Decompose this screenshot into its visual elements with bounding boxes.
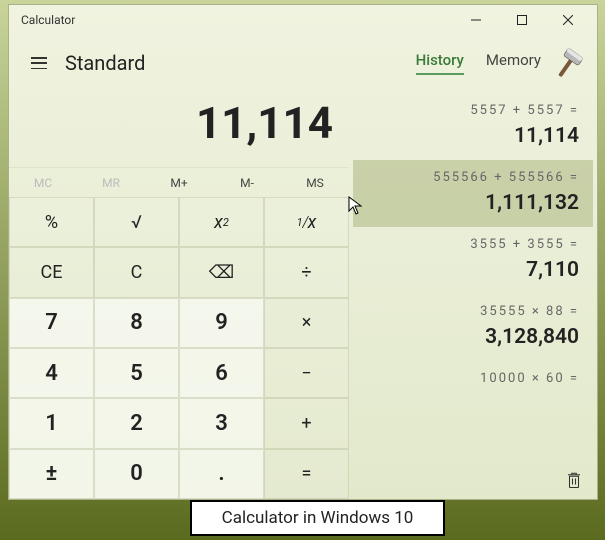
calculator-panel: 11,114 MC MR M+ M- MS % √ x2 1/x CE C ⌫ … bbox=[9, 87, 349, 499]
key-subtract[interactable]: − bbox=[264, 348, 349, 398]
key-equals[interactable]: = bbox=[264, 449, 349, 499]
key-0[interactable]: 0 bbox=[94, 449, 179, 499]
history-list: 5557 + 5557 = 11,114 555566 + 555566 = 1,11… bbox=[353, 93, 593, 465]
close-icon bbox=[563, 15, 573, 25]
header: Standard History Memory bbox=[9, 35, 597, 87]
tab-history[interactable]: History bbox=[416, 51, 464, 75]
main-body: 11,114 MC MR M+ M- MS % √ x2 1/x CE C ⌫ … bbox=[9, 87, 597, 499]
key-8[interactable]: 8 bbox=[94, 298, 179, 348]
key-decimal[interactable]: . bbox=[179, 449, 264, 499]
memory-minus[interactable]: M- bbox=[213, 168, 281, 197]
panel-tabs: History Memory bbox=[416, 51, 541, 75]
keypad: % √ x2 1/x CE C ⌫ ÷ 7 8 9 × 4 5 6 − 1 2 … bbox=[9, 197, 349, 499]
history-panel: 5557 + 5557 = 11,114 555566 + 555566 = 1,11… bbox=[349, 87, 597, 499]
window-title: Calculator bbox=[21, 13, 453, 27]
history-result: 11,114 bbox=[363, 124, 579, 148]
key-1[interactable]: 1 bbox=[9, 398, 94, 448]
history-result: 1,111,132 bbox=[363, 191, 579, 215]
history-item[interactable]: 555566 + 555566 = 1,111,132 bbox=[353, 160, 593, 227]
delete-history-button[interactable] bbox=[565, 471, 583, 493]
memory-clear[interactable]: MC bbox=[9, 168, 77, 197]
history-expression: 3555 + 3555 = bbox=[363, 237, 579, 252]
key-backspace[interactable]: ⌫ bbox=[179, 247, 264, 297]
calculator-mode: Standard bbox=[65, 51, 145, 75]
history-footer bbox=[353, 465, 593, 499]
hamburger-icon bbox=[31, 57, 47, 69]
menu-button[interactable] bbox=[19, 43, 59, 83]
tab-memory[interactable]: Memory bbox=[486, 51, 541, 75]
key-add[interactable]: + bbox=[264, 398, 349, 448]
memory-plus[interactable]: M+ bbox=[145, 168, 213, 197]
history-result: 7,110 bbox=[363, 258, 579, 282]
key-6[interactable]: 6 bbox=[179, 348, 264, 398]
result-display: 11,114 bbox=[9, 87, 349, 167]
key-percent[interactable]: % bbox=[9, 197, 94, 247]
key-9[interactable]: 9 bbox=[179, 298, 264, 348]
key-divide[interactable]: ÷ bbox=[264, 247, 349, 297]
key-3[interactable]: 3 bbox=[179, 398, 264, 448]
key-7[interactable]: 7 bbox=[9, 298, 94, 348]
key-sqrt[interactable]: √ bbox=[94, 197, 179, 247]
key-square[interactable]: x2 bbox=[179, 197, 264, 247]
minimize-button[interactable] bbox=[453, 5, 499, 35]
key-5[interactable]: 5 bbox=[94, 348, 179, 398]
maximize-button[interactable] bbox=[499, 5, 545, 35]
history-expression: 35555 × 88 = bbox=[363, 304, 579, 319]
history-item[interactable]: 3555 + 3555 = 7,110 bbox=[353, 227, 593, 294]
key-4[interactable]: 4 bbox=[9, 348, 94, 398]
memory-recall[interactable]: MR bbox=[77, 168, 145, 197]
history-item[interactable]: 35555 × 88 = 3,128,840 bbox=[353, 294, 593, 361]
history-result: 3,128,840 bbox=[363, 325, 579, 349]
trash-icon bbox=[565, 471, 583, 489]
maximize-icon bbox=[517, 15, 527, 25]
window-controls bbox=[453, 5, 591, 35]
minimize-icon bbox=[471, 15, 481, 25]
memory-row: MC MR M+ M- MS bbox=[9, 167, 349, 197]
history-item[interactable]: 5557 + 5557 = 11,114 bbox=[353, 93, 593, 160]
key-reciprocal[interactable]: 1/x bbox=[264, 197, 349, 247]
history-expression: 10000 × 60 = bbox=[363, 371, 579, 386]
titlebar: Calculator bbox=[9, 5, 597, 35]
key-clear[interactable]: C bbox=[94, 247, 179, 297]
history-item[interactable]: 10000 × 60 = bbox=[353, 361, 593, 404]
calculator-window: Calculator Standard History Memory bbox=[8, 4, 598, 500]
key-2[interactable]: 2 bbox=[94, 398, 179, 448]
history-expression: 5557 + 5557 = bbox=[363, 103, 579, 118]
history-expression: 555566 + 555566 = bbox=[363, 170, 579, 185]
close-button[interactable] bbox=[545, 5, 591, 35]
caption: Calculator in Windows 10 bbox=[190, 500, 445, 536]
key-clear-entry[interactable]: CE bbox=[9, 247, 94, 297]
key-multiply[interactable]: × bbox=[264, 298, 349, 348]
hammer-icon bbox=[551, 45, 587, 81]
key-negate[interactable]: ± bbox=[9, 449, 94, 499]
memory-store[interactable]: MS bbox=[281, 168, 349, 197]
